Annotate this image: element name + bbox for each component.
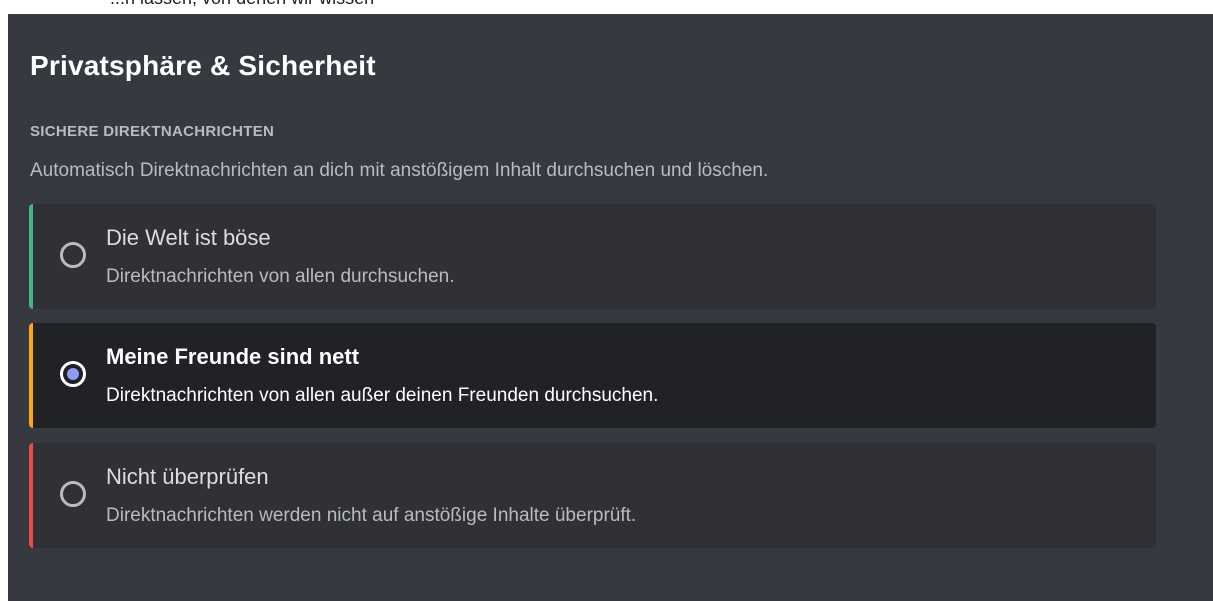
clipped-text: ...n lassen, von denen wir wissen [110, 0, 374, 9]
page-title: Privatsphäre & Sicherheit [30, 50, 376, 81]
settings-panel: Privatsphäre & Sicherheit SICHERE DIREKT… [8, 14, 1213, 601]
option-description: Direktnachrichten von allen außer deinen… [106, 385, 659, 406]
option-description: Direktnachrichten werden nicht auf anstö… [106, 505, 637, 526]
option-nicht-ueberpruefen[interactable]: Nicht überprüfen Direktnachrichten werde… [29, 443, 1156, 548]
radio-checked-icon[interactable] [60, 361, 86, 387]
radio-unchecked-icon[interactable] [60, 242, 86, 268]
option-title: Nicht überprüfen [106, 464, 269, 489]
option-description: Direktnachrichten von allen durchsuchen. [106, 266, 455, 287]
radio-dot-icon [67, 368, 79, 380]
section-header: SICHERE DIREKTNACHRICHTEN [30, 123, 275, 140]
section-description: Automatisch Direktnachrichten an dich mi… [30, 160, 769, 181]
clipped-top-area: ...n lassen, von denen wir wissen [0, 0, 1213, 14]
option-die-welt-ist-boese[interactable]: Die Welt ist böse Direktnachrichten von … [29, 204, 1156, 309]
option-meine-freunde-sind-nett[interactable]: Meine Freunde sind nett Direktnachrichte… [29, 323, 1156, 428]
option-title: Meine Freunde sind nett [106, 344, 360, 369]
option-title: Die Welt ist böse [106, 225, 271, 250]
radio-unchecked-icon[interactable] [60, 481, 86, 507]
